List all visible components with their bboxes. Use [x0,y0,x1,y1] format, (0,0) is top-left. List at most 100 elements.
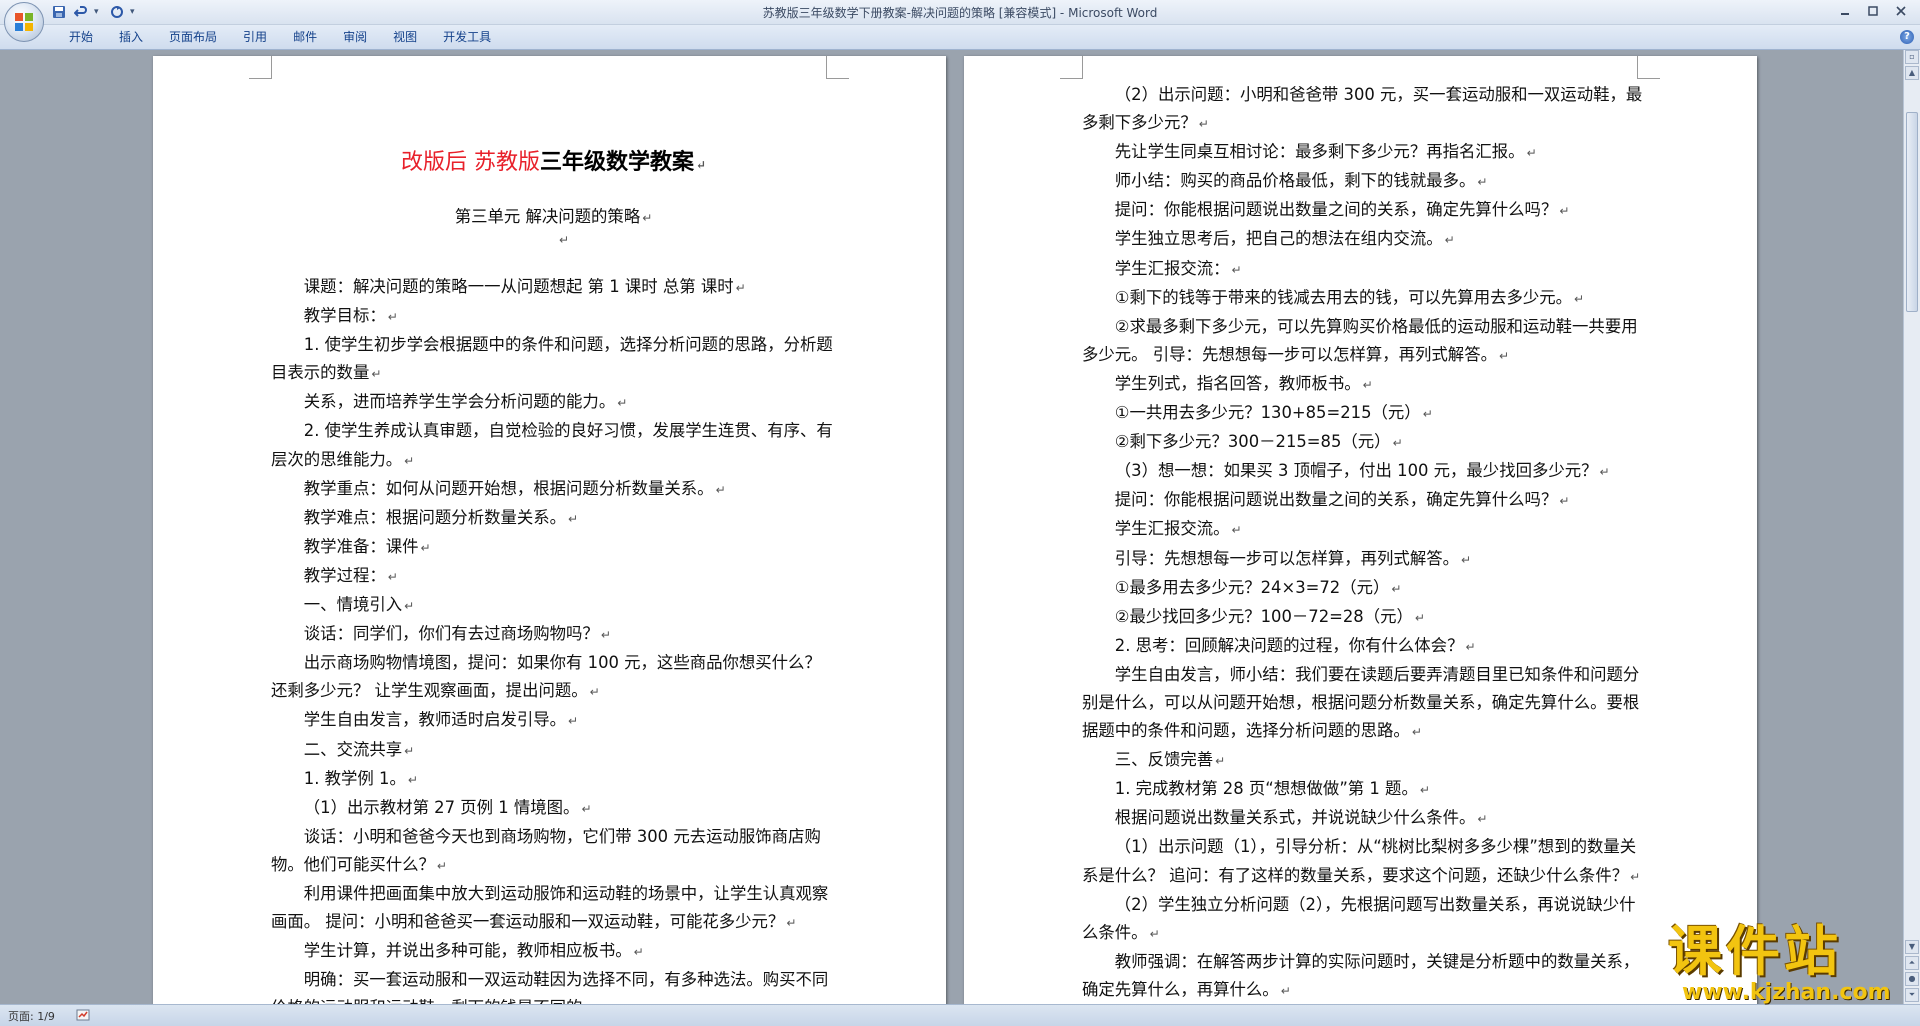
office-button[interactable] [4,2,44,42]
paragraph-text: 先让学生同桌互相讨论：最多剩下多少元？再指名汇报。 [1114,142,1525,162]
paragraph-mark: ↵ [371,367,382,382]
select-browse-object-icon[interactable]: ● [1905,972,1919,986]
paragraph-text: 学生汇报交流。 [1114,519,1230,539]
paragraph-text: 2. 思考：回顾解决问题的过程，你有什么体会？ [1114,635,1464,655]
watermark-url: www.kjzhan.com [1682,980,1891,1005]
paragraph-text: ②最少找回多少元？100－72=28（元） [1114,606,1413,626]
ribbon-tab[interactable]: 开始 [56,29,106,45]
site-watermark: 课件站 www.kjzhan.com [1668,922,1902,1004]
ribbon-tab[interactable]: 插入 [106,29,156,45]
document-paragraph: ①最多用去多少元？24×3=72（元） ↵ [1082,574,1647,603]
ribbon-tab[interactable]: 引用 [230,29,280,45]
document-paragraph: （1）出示教材第 27 页例 1 情境图。 ↵ [271,794,836,823]
scrollbar-thumb[interactable] [1906,112,1918,312]
office-logo-icon [15,13,33,31]
ribbon-tab[interactable]: 视图 [380,29,430,45]
paragraph-mark: ↵ [581,801,592,816]
paragraph-text: 教师强调：在解答两步计算的实际问题时，关键是分析题中的数量关系，确定先算什么，再… [1082,951,1640,999]
paragraph-mark: ↵ [1526,146,1537,161]
paragraph-text: （3）想一想：如果买 3 顶帽子，付出 100 元，最少找回多少元？ [1114,461,1598,481]
document-paragraph: （3）想一想：如果买 3 顶帽子，付出 100 元，最少找回多少元？ ↵ [1082,457,1647,486]
paragraph-text: 二、交流共享 [303,739,403,759]
ribbon-tab[interactable]: 页面布局 [156,29,230,45]
document-paragraph: ②剩下多少元？300－215=85（元） ↵ [1082,428,1647,457]
ruler-toggle-icon[interactable]: ▫ [1905,50,1919,64]
help-icon[interactable]: ? [1900,30,1914,44]
paragraph-mark: ↵ [404,743,415,758]
document-paragraph: 二、交流共享 ↵ [271,736,836,765]
document-paragraph: 教学准备：课件 ↵ [271,533,836,562]
document-paragraph: 1. 完成教材第 28 页“想想做做”第 1 题。 ↵ [1082,775,1647,804]
paragraph-mark: ↵ [1419,783,1430,798]
paragraph-mark: ↵ [387,569,398,584]
document-canvas[interactable]: 改版后 苏教版三年级数学教案 ↵ 第三单元 解决问题的策略 ↵ ↵ 课题：解决问题的… [0,50,1904,1004]
margin-corner-mark [826,56,849,79]
scroll-down-icon[interactable]: ▼ [1905,940,1919,954]
page-2-body: （2）出示问题：小明和爸爸带 300 元，买一套运动服和一双运动鞋，最多剩下多少… [1082,81,1647,1004]
document-page-1[interactable]: 改版后 苏教版三年级数学教案 ↵ 第三单元 解决问题的策略 ↵ ↵ 课题：解决问题的… [153,56,946,1004]
document-page-2[interactable]: （2）出示问题：小明和爸爸带 300 元，买一套运动服和一双运动鞋，最多剩下多少… [964,56,1757,1004]
paragraph-mark: ↵ [633,945,644,960]
scroll-up-icon[interactable]: ▲ [1905,66,1919,80]
document-paragraph: （2）学生独立分析问题（2），先根据问题写出数量关系，再说说缺少什么条件。 ↵ [1082,891,1647,948]
paragraph-text: 出示商场购物情境图，提问：如果你有 100 元，这些商品你想买什么？还剩多少元？… [271,653,821,701]
paragraph-text: ②剩下多少元？300－215=85（元） [1114,432,1391,452]
paragraph-text: （1）出示问题（1），引导分析：从“桃树比梨树多多少棵”想到的数量关系是什么？ … [1082,837,1637,885]
document-paragraph: 学生自由发言，师小结：我们要在读题后要弄清题目里已知条件和问题分别是什么，可以从… [1082,661,1647,746]
paragraph-mark: ↵ [1280,983,1291,998]
heading-red-part: 改版后 苏教版 [400,150,540,175]
document-paragraph: 三、反馈完善 ↵ [1082,746,1647,775]
paragraph-mark: ↵ [589,685,600,700]
paragraph-text: 学生自由发言，师小结：我们要在读题后要弄清题目里已知条件和问题分别是什么，可以从… [1082,664,1640,741]
paragraph-text: 1. 使学生初步学会根据题中的条件和问题，选择分析问题的思路，分析题目表示的数量 [271,335,833,383]
paragraph-mark: ↵ [1414,610,1425,625]
close-icon[interactable] [1888,2,1914,20]
paragraph-text: 三、反馈完善 [1114,750,1214,770]
paragraph-mark: ↵ [568,511,579,526]
document-paragraph: ②求最多剩下多少元，可以先算购买价格最低的运动服和运动鞋一共要用多少元。 引导：… [1082,313,1647,370]
ribbon-tab[interactable]: 开发工具 [430,29,504,45]
paragraph-text: 谈话：小明和爸爸今天也到商场购物，它们带 300 元去运动服饰商店购物。他们可能… [271,826,821,874]
paragraph-mark: ↵ [1391,581,1402,596]
paragraph-mark: ↵ [1231,523,1242,538]
proofing-status-icon[interactable] [76,1008,90,1022]
paragraph-text: 2. 使学生养成认真审题，自觉检验的良好习惯，发展学生连贯、有序、有层次的思维能… [271,421,833,469]
document-paragraph: 1. 教学例 1。 ↵ [271,765,836,794]
paragraph-mark: ↵ [642,211,653,225]
ribbon-tab[interactable]: 审阅 [330,29,380,45]
subtitle-text: 第三单元 解决问题的策略 [454,207,641,226]
document-title: 苏教版三年级数学下册教案-解决问题的策略 [兼容模式] - [762,6,1069,20]
paragraph-mark: ↵ [1630,869,1641,884]
paragraph-text: 引导：先想想每一步可以怎样算，再列式解答。 [1114,548,1459,568]
ribbon-tabs: 开始 插入 页面布局 引用 邮件 审阅 视图 开发工具 [56,29,504,45]
minimize-icon[interactable] [1832,2,1858,20]
document-paragraph: 提问：你能根据问题说出数量之间的关系，确定先算什么吗？ ↵ [1082,486,1647,515]
app-name: Microsoft Word [1068,6,1158,20]
window-controls [1832,2,1914,20]
maximize-icon[interactable] [1860,2,1886,20]
paragraph-mark: ↵ [436,858,447,873]
document-paragraph: 学生计算，并说出多种可能，教师相应板书。 ↵ [271,937,836,966]
paragraph-mark: ↵ [404,599,415,614]
paragraph-mark: ↵ [1215,754,1226,769]
paragraph-mark: ↵ [1574,291,1585,306]
document-paragraph: 谈话：小明和爸爸今天也到商场购物，它们带 300 元去运动服饰商店购物。他们可能… [271,823,836,880]
paragraph-text: 课题：解决问题的策略一一从问题想起 第 1 课时 总第 课时 [303,277,734,296]
paragraph-mark: ↵ [735,281,746,295]
heading-black-part: 三年级数学教案 [539,149,694,175]
paragraph-mark: ↵ [1599,465,1610,480]
page-number-indicator[interactable]: 页面: 1/9 [8,1008,55,1024]
paragraph-text: 教学过程： [303,565,386,585]
next-page-icon[interactable]: ⏷ [1905,988,1919,1002]
document-paragraph: 教学目标： ↵ [271,302,836,331]
previous-page-icon[interactable]: ⏶ [1905,956,1919,970]
document-paragraph: （1）出示问题（1），引导分析：从“桃树比梨树多多少棵”想到的数量关系是什么？ … [1082,833,1647,890]
vertical-scrollbar[interactable]: ▫ ▲ ▼ ⏶ ● ⏷ [1903,50,1920,1004]
ribbon-tab[interactable]: 邮件 [280,29,330,45]
margin-corner-mark [1637,56,1660,79]
document-paragraph: 出示商场购物情境图，提问：如果你有 100 元，这些商品你想买什么？还剩多少元？… [271,649,836,706]
paragraph-text: 谈话：同学们，你们有去过商场购物吗？ [303,624,599,644]
paragraph-mark: ↵ [387,310,398,325]
paragraph-text: 关系，进而培养学生学会分析问题的能力。 [303,392,616,412]
paragraph-text: （2）学生独立分析问题（2），先根据问题写出数量关系，再说说缺少什么条件。 [1082,894,1636,942]
